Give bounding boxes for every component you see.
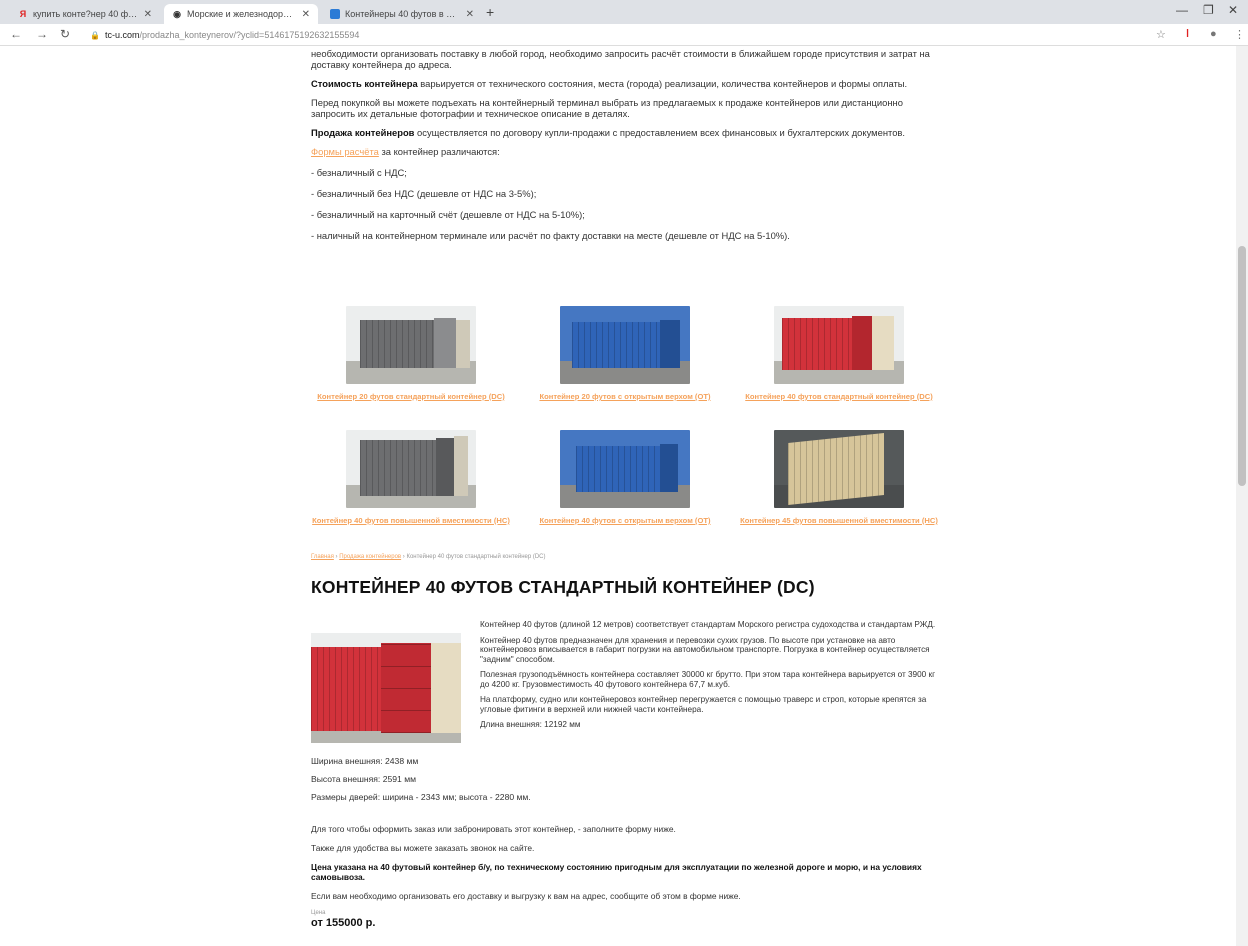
yandex-icon: Я	[19, 9, 27, 19]
container-45hc-image[interactable]	[774, 430, 904, 508]
order-section: Для того чтобы оформить заказ или заброн…	[311, 824, 951, 929]
address-bar: ← → ↻ 🔒 tc-u.com /prodazha_konteynerov/?…	[0, 24, 1248, 46]
price-value: от 155000 р.	[311, 917, 376, 929]
breadcrumb-home-link[interactable]: Главная	[311, 554, 334, 560]
tab-3-title: Контейнеры 40 футов в Екатер	[345, 9, 460, 19]
url-field[interactable]: 🔒 tc-u.com /prodazha_konteynerov/?yclid=…	[90, 27, 1130, 43]
payment-item: - безналичный на карточный счёт (дешевле…	[311, 209, 585, 220]
gallery-caption[interactable]: Контейнер 40 футов повышенной вместимост…	[311, 516, 511, 525]
gallery-caption[interactable]: Контейнер 40 футов стандартный контейнер…	[739, 392, 939, 401]
tab-close-icon[interactable]: ✕	[466, 9, 474, 20]
restore-icon[interactable]: ❐	[1203, 3, 1214, 17]
container-40ot-image[interactable]	[560, 430, 690, 508]
breadcrumb: Главная › Продажа контейнеров › Контейне…	[311, 554, 546, 560]
payment-item: - безналичный с НДС;	[311, 167, 407, 178]
gallery-item[interactable]: Контейнер 20 футов стандартный контейнер…	[311, 306, 511, 401]
gallery-item[interactable]: Контейнер 40 футов с открытым верхом (OT…	[525, 430, 725, 525]
product-image	[311, 633, 461, 743]
gallery-item[interactable]: Контейнер 40 футов повышенной вместимост…	[311, 430, 511, 525]
gallery-item[interactable]: Контейнер 20 футов с открытым верхом (OT…	[525, 306, 725, 401]
container-40dc-image[interactable]	[774, 306, 904, 384]
reload-icon[interactable]: ↻	[60, 27, 70, 41]
intro-paragraph-3: Перед покупкой вы можете подъехать на ко…	[311, 97, 903, 119]
intro-paragraph-4: Продажа контейнеров осуществляется по до…	[311, 127, 941, 138]
spec-height: Высота внешняя: 2591 мм	[311, 774, 417, 784]
menu-icon[interactable]: ⋮	[1234, 28, 1245, 41]
description-paragraph: Контейнер 40 футов предназначен для хран…	[480, 635, 930, 664]
container-20dc-image[interactable]	[346, 306, 476, 384]
back-icon[interactable]: ←	[10, 27, 22, 41]
breadcrumb-section-link[interactable]: Продажа контейнеров	[339, 554, 401, 560]
tab-3[interactable]: Контейнеры 40 футов в Екатер ✕	[322, 4, 482, 24]
gallery-caption[interactable]: Контейнер 40 футов с открытым верхом (OT…	[525, 516, 725, 525]
intro-p4-bold: Продажа контейнеров	[311, 127, 415, 138]
tab-close-icon[interactable]: ✕	[302, 9, 310, 20]
intro-p4-rest: осуществляется по договору купли-продажи…	[414, 127, 905, 138]
gallery-caption[interactable]: Контейнер 20 футов стандартный контейнер…	[311, 392, 511, 401]
profile-icon[interactable]: ●	[1210, 28, 1217, 40]
forward-icon[interactable]: →	[36, 27, 48, 41]
product-specs: Ширина внешняя: 2438 мм Высота внешняя: …	[311, 756, 531, 810]
description-paragraph: На платформу, судно или контейнеровоз ко…	[480, 695, 927, 714]
intro-paragraph-1: необходимости организовать поставку в лю…	[311, 48, 930, 70]
product-description: Контейнер 40 футов (длиной 12 метров) со…	[480, 620, 940, 736]
gallery-item[interactable]: Контейнер 45 футов повышенной вместимост…	[739, 430, 939, 525]
tab-1[interactable]: Я купить конте?нер 40 футов — Я ✕	[10, 4, 160, 24]
gallery-caption[interactable]: Контейнер 20 футов с открытым верхом (OT…	[525, 392, 725, 401]
breadcrumb-current: › Контейнер 40 футов стандартный контейн…	[402, 554, 546, 560]
intro-paragraph-2: Стоимость контейнера варьируется от техн…	[311, 78, 941, 89]
payment-heading: Формы расчёта за контейнер различаются:	[311, 146, 941, 157]
browser-tab-bar: Я купить конте?нер 40 футов — Я ✕ ◉ Морс…	[0, 0, 1248, 24]
extension-icon[interactable]: ǀ	[1186, 28, 1189, 40]
description-paragraph: Полезная грузоподъёмность контейнера сос…	[480, 670, 936, 689]
intro-section: необходимости организовать поставку в лю…	[311, 46, 941, 251]
call-text: Также для удобства вы можете заказать зв…	[311, 843, 535, 853]
site-icon	[330, 9, 340, 19]
payment-item: - безналичный без НДС (дешевле от НДС на…	[311, 188, 537, 199]
container-20ot-image[interactable]	[560, 306, 690, 384]
intro-p2-rest: варьируется от технического состояния, м…	[417, 78, 908, 89]
gallery-caption[interactable]: Контейнер 45 футов повышенной вместимост…	[739, 516, 939, 525]
delivery-text: Если вам необходимо организовать его дос…	[311, 891, 741, 901]
order-text: Для того чтобы оформить заказ или заброн…	[311, 824, 676, 834]
intro-p2-bold: Стоимость контейнера	[311, 78, 418, 89]
spec-door-size: Размеры дверей: ширина - 2343 мм; высота…	[311, 792, 531, 802]
url-path: /prodazha_konteynerov/?yclid=51461751926…	[139, 30, 360, 40]
scrollbar[interactable]	[1236, 46, 1248, 946]
scrollbar-thumb[interactable]	[1238, 246, 1246, 486]
description-paragraph: Контейнер 40 футов (длиной 12 метров) со…	[480, 620, 936, 629]
spec-width: Ширина внешняя: 2438 мм	[311, 756, 419, 766]
tab-1-title: купить конте?нер 40 футов — Я	[33, 9, 138, 19]
payment-heading-rest: за контейнер различаются:	[378, 146, 500, 157]
tab-2[interactable]: ◉ Морские и железнодорожные ✕	[164, 4, 318, 24]
payment-item: - наличный на контейнерном терминале или…	[311, 230, 790, 241]
eye-icon: ◉	[173, 8, 181, 19]
tab-2-title: Морские и железнодорожные	[187, 9, 296, 19]
lock-icon: 🔒	[90, 30, 100, 40]
minimize-icon[interactable]: —	[1176, 3, 1188, 17]
payment-forms-link[interactable]: Формы расчёта	[311, 146, 379, 157]
gallery-item[interactable]: Контейнер 40 футов стандартный контейнер…	[739, 306, 939, 401]
url-host: tc-u.com	[104, 30, 140, 40]
container-40hc-image[interactable]	[346, 430, 476, 508]
price-note: Цена указана на 40 футовый контейнер б/у…	[311, 862, 922, 882]
new-tab-icon[interactable]: +	[486, 4, 494, 20]
spec-length: Длина внешняя: 12192 мм	[480, 720, 581, 729]
tab-close-icon[interactable]: ✕	[144, 9, 152, 20]
star-icon[interactable]: ☆	[1156, 28, 1166, 41]
page-title: КОНТЕЙНЕР 40 ФУТОВ СТАНДАРТНЫЙ КОНТЕЙНЕР…	[311, 577, 815, 597]
price-label: Цена	[311, 910, 326, 916]
close-window-icon[interactable]: ✕	[1228, 3, 1238, 17]
